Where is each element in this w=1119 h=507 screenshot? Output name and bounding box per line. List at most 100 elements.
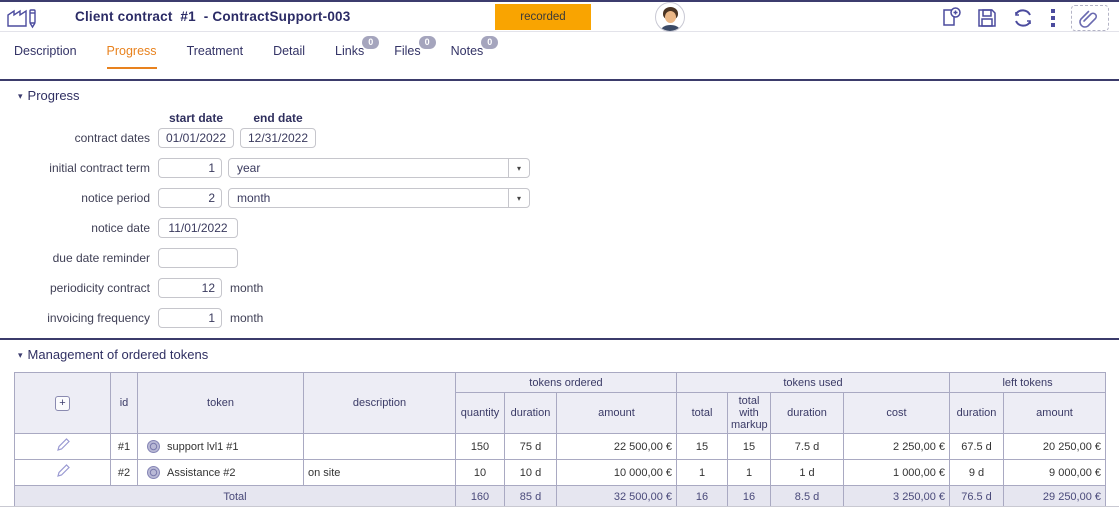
page-title: Client contract #1 - ContractSupport-003 [75,9,350,24]
token-icon [147,440,160,453]
save-icon[interactable] [976,7,998,29]
total-used-duration: 8.5 d [771,486,844,507]
token-name-link[interactable]: Assistance #2 [167,467,235,479]
tab-description[interactable]: Description [14,44,77,67]
group-header-tokens-ordered: tokens ordered [456,373,677,393]
due-date-reminder-row: due date reminder [0,248,1119,268]
tab-label: Description [14,44,77,58]
start-date-header: start date [158,111,234,126]
tab-label: Progress [107,44,157,58]
row-total: 15 [677,434,728,460]
invoicing-frequency-row: invoicing frequency 1 month [0,308,1119,328]
field-label: notice period [0,191,150,205]
contract-start-date-input[interactable]: 01/01/2022 [158,128,234,148]
avatar-face [665,11,676,23]
total-row: Total 160 85 d 32 500,00 € 16 16 8.5 d 3… [15,486,1106,507]
kebab-menu-icon[interactable] [1048,7,1058,29]
field-label: notice date [0,221,150,235]
top-bar: Client contract #1 - ContractSupport-003… [0,2,1119,32]
total-total: 16 [677,486,728,507]
col-header-total-with-markup: total with markup [728,393,771,434]
select-value: month [237,191,270,205]
edit-cell [15,460,111,486]
progress-form: start date end date contract dates 01/01… [0,111,1119,328]
tab-files[interactable]: Files0 [394,44,420,67]
contract-dates-row: contract dates 01/01/2022 12/31/2022 [0,128,1119,148]
row-id: #2 [111,460,138,486]
field-label: periodicity contract [0,281,150,295]
initial-contract-term-input[interactable]: 1 [158,158,222,178]
table-row: #1 support lvl1 #1 150 75 d 22 500,00 € … [15,434,1106,460]
col-header-left-amount: amount [1004,393,1106,434]
periodicity-contract-row: periodicity contract 12 month [0,278,1119,298]
refresh-icon[interactable] [1011,6,1035,30]
tab-label: Treatment [187,44,244,58]
col-header-description: description [304,373,456,434]
notice-date-input[interactable]: 11/01/2022 [158,218,238,238]
row-total: 1 [677,460,728,486]
token-icon [147,466,160,479]
total-quantity: 160 [456,486,505,507]
notice-date-row: notice date 11/01/2022 [0,218,1119,238]
periodicity-contract-input[interactable]: 12 [158,278,222,298]
total-label: Total [15,486,456,507]
progress-section-header[interactable]: ▾ Progress [0,81,1119,105]
tab-label: Notes [451,44,484,58]
due-date-reminder-input[interactable] [158,248,238,268]
row-ordered-duration: 75 d [505,434,557,460]
total-with-markup: 16 [728,486,771,507]
chevron-down-icon[interactable]: ▾ [508,159,529,177]
group-header-tokens-used: tokens used [677,373,950,393]
tab-notes[interactable]: Notes0 [451,44,484,67]
row-total-with-markup: 1 [728,460,771,486]
col-header-ordered-duration: duration [505,393,557,434]
new-document-icon[interactable] [940,6,963,29]
tokens-table: + id token description tokens ordered to… [14,372,1106,507]
invoicing-frequency-input[interactable]: 1 [158,308,222,328]
toolbar [940,4,1109,31]
col-header-left-duration: duration [950,393,1004,434]
date-column-headers: start date end date [0,111,1119,126]
total-ordered-duration: 85 d [505,486,557,507]
initial-contract-term-unit-select[interactable]: year ▾ [228,158,530,178]
col-header-id: id [111,373,138,434]
field-label: initial contract term [0,161,150,175]
section-title-text: Management of ordered tokens [28,347,209,362]
app-window: Client contract #1 - ContractSupport-003… [0,0,1119,507]
notice-period-row: notice period 2 month ▾ [0,188,1119,208]
row-left-duration: 67.5 d [950,434,1004,460]
field-label: due date reminder [0,251,150,265]
collapse-caret-icon: ▾ [18,350,23,360]
row-ordered-duration: 10 d [505,460,557,486]
user-avatar[interactable] [655,2,685,32]
tab-links[interactable]: Links0 [335,44,364,67]
edit-pencil-icon[interactable] [55,437,71,453]
edit-pencil-icon[interactable] [55,463,71,479]
unit-label: month [230,281,263,295]
chevron-down-icon[interactable]: ▾ [508,189,529,207]
col-header-quantity: quantity [456,393,505,434]
attachment-dropzone[interactable] [1071,5,1109,31]
field-label: contract dates [0,131,150,145]
tab-treatment[interactable]: Treatment [187,44,244,67]
notice-period-unit-select[interactable]: month ▾ [228,188,530,208]
collapse-caret-icon: ▾ [18,91,23,101]
row-quantity: 10 [456,460,505,486]
col-header-ordered-amount: amount [557,393,677,434]
factory-pencil-icon [6,5,46,29]
field-label: invoicing frequency [0,311,150,325]
section-title-text: Progress [28,88,80,103]
table-row: #2 Assistance #2 on site 10 10 d 10 000,… [15,460,1106,486]
row-cost: 2 250,00 € [844,434,950,460]
token-name-link[interactable]: support lvl1 #1 [167,441,239,453]
end-date-header: end date [240,111,316,126]
notice-period-input[interactable]: 2 [158,188,222,208]
col-header-cost: cost [844,393,950,434]
add-row-button[interactable]: + [55,396,70,411]
tokens-section-header[interactable]: ▾ Management of ordered tokens [0,340,1119,364]
tab-detail[interactable]: Detail [273,44,305,67]
avatar-body [661,25,680,32]
tab-progress[interactable]: Progress [107,44,157,69]
contract-end-date-input[interactable]: 12/31/2022 [240,128,316,148]
add-column-header: + [15,373,111,434]
